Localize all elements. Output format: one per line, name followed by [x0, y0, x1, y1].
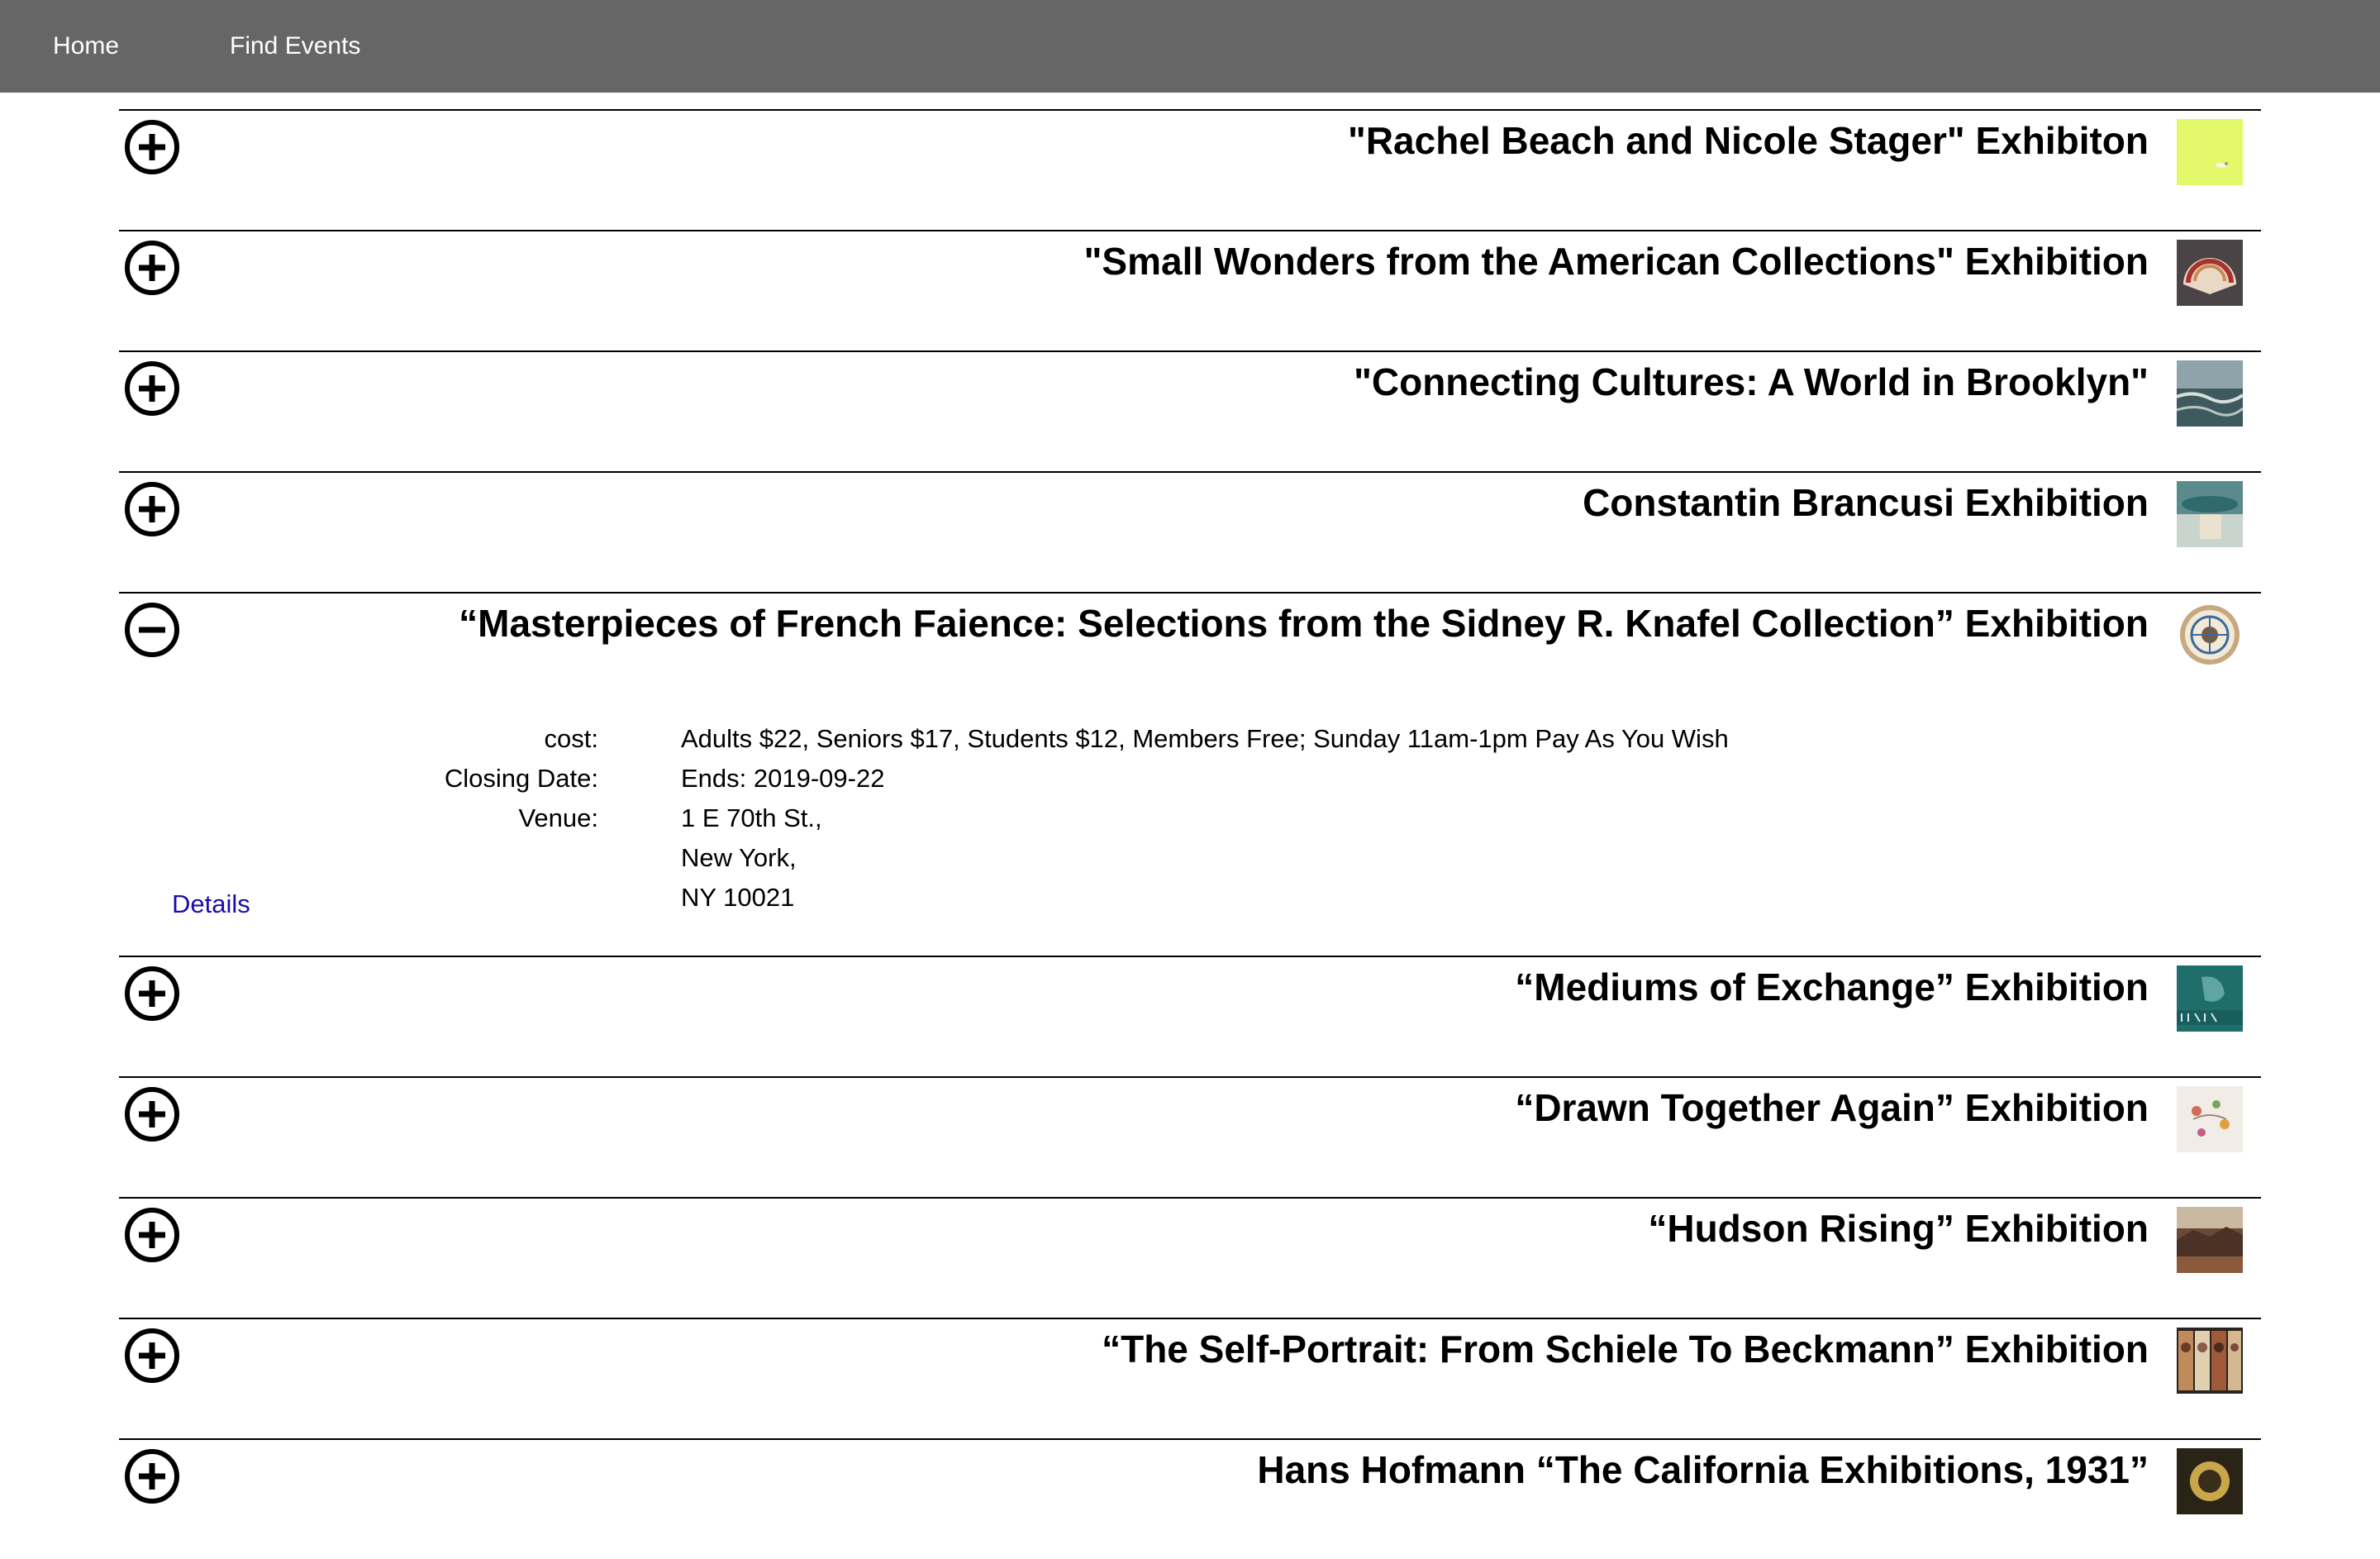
expand-plus-icon[interactable]	[124, 119, 180, 175]
venue-address-line: 1 E 70th St.,	[681, 803, 822, 832]
event-thumbnail	[2177, 1086, 2243, 1152]
event-item: “Drawn Together Again” Exhibition	[119, 1076, 2261, 1197]
expand-plus-icon[interactable]	[124, 965, 180, 1022]
event-item: “Hudson Rising” Exhibition	[119, 1197, 2261, 1318]
event-thumbnail	[2177, 1448, 2243, 1514]
event-title[interactable]: “Hudson Rising” Exhibition	[413, 1205, 2149, 1251]
event-thumbnail	[2177, 1328, 2243, 1394]
event-item: "Small Wonders from the American Collect…	[119, 230, 2261, 350]
venue-address-line: NY 10021	[681, 883, 795, 912]
event-item-expanded: “Masterpieces of French Faience: Selecti…	[119, 592, 2261, 956]
nav-find-events-link[interactable]: Find Events	[230, 28, 360, 64]
event-title[interactable]: “Drawn Together Again” Exhibition	[413, 1085, 2149, 1131]
event-thumbnail	[2177, 965, 2243, 1032]
event-title[interactable]: "Small Wonders from the American Collect…	[413, 238, 2149, 284]
expand-plus-icon[interactable]	[124, 1448, 180, 1504]
event-thumbnail	[2177, 1207, 2243, 1273]
closing-date-label: Closing Date:	[444, 764, 598, 793]
top-navbar: Home Find Events	[0, 0, 2380, 93]
event-item: Hans Hofmann “The California Exhibitions…	[119, 1438, 2261, 1559]
closing-date-value: Ends: 2019-09-22	[681, 764, 885, 793]
event-item: Constantin Brancusi Exhibition	[119, 471, 2261, 592]
collapse-minus-icon[interactable]	[124, 602, 180, 658]
venue-address-line: New York,	[681, 843, 797, 872]
venue-label: Venue:	[518, 803, 598, 832]
event-thumbnail	[2177, 360, 2243, 427]
event-thumbnail	[2177, 481, 2243, 547]
event-thumbnail	[2177, 119, 2243, 185]
cost-label: cost:	[544, 724, 598, 753]
event-thumbnail	[2177, 602, 2243, 668]
event-title[interactable]: “The Self-Portrait: From Schiele To Beck…	[413, 1326, 2149, 1372]
event-title[interactable]: "Rachel Beach and Nicole Stager" Exhibit…	[413, 117, 2149, 164]
event-item: "Connecting Cultures: A World in Brookly…	[119, 350, 2261, 471]
expand-plus-icon[interactable]	[124, 1086, 180, 1142]
expand-plus-icon[interactable]	[124, 360, 180, 417]
event-item: “The Self-Portrait: From Schiele To Beck…	[119, 1318, 2261, 1438]
expand-plus-icon[interactable]	[124, 1328, 180, 1384]
event-title[interactable]: “Mediums of Exchange” Exhibition	[413, 964, 2149, 1010]
event-title[interactable]: "Connecting Cultures: A World in Brookly…	[413, 359, 2149, 405]
expand-plus-icon[interactable]	[124, 1207, 180, 1263]
details-link[interactable]: Details	[172, 884, 250, 924]
event-thumbnail	[2177, 240, 2243, 306]
event-title[interactable]: Hans Hofmann “The California Exhibitions…	[413, 1447, 2149, 1493]
event-list: "Rachel Beach and Nicole Stager" Exhibit…	[119, 109, 2261, 1559]
event-details: cost: Adults $22, Seniors $17, Students …	[119, 719, 2261, 918]
expand-plus-icon[interactable]	[124, 240, 180, 296]
event-item: “Mediums of Exchange” Exhibition	[119, 956, 2261, 1076]
nav-home-link[interactable]: Home	[53, 28, 119, 64]
cost-value: Adults $22, Seniors $17, Students $12, M…	[681, 724, 1729, 753]
event-item: "Rachel Beach and Nicole Stager" Exhibit…	[119, 109, 2261, 230]
event-title[interactable]: Constantin Brancusi Exhibition	[413, 479, 2149, 526]
event-title[interactable]: “Masterpieces of French Faience: Selecti…	[413, 600, 2149, 646]
expand-plus-icon[interactable]	[124, 481, 180, 537]
